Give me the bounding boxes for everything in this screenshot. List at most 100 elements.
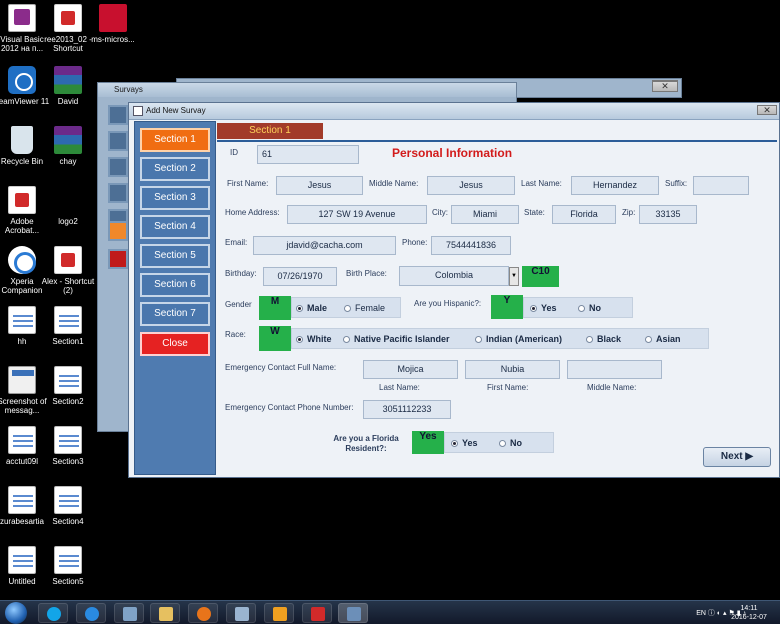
emergency-middle-name-field[interactable] bbox=[567, 360, 662, 379]
zip-field[interactable]: 33135 bbox=[639, 205, 697, 224]
first-name-field[interactable]: Jesus bbox=[276, 176, 363, 195]
desktop-icon-ms-micros[interactable]: ms-micros... bbox=[84, 4, 142, 44]
emergency-last-name-field[interactable]: Mojica bbox=[363, 360, 458, 379]
radio-icon[interactable] bbox=[578, 305, 585, 312]
race-black-option[interactable]: Black bbox=[586, 334, 621, 344]
arrow-right-icon: ▶ bbox=[745, 451, 754, 462]
radio-selected-icon[interactable] bbox=[451, 440, 458, 447]
desktop-icon-section4[interactable]: Section4 bbox=[39, 486, 97, 526]
email-field[interactable]: jdavid@cacha.com bbox=[253, 236, 396, 255]
email-label: Email: bbox=[225, 238, 248, 247]
add-new-survay-window[interactable]: Add New Survay ✕ Section 1 Section 2 Sec… bbox=[128, 102, 780, 478]
acrobat-icon bbox=[8, 186, 36, 214]
id-field[interactable]: 61 bbox=[257, 145, 359, 164]
survays-nav-button[interactable] bbox=[108, 157, 128, 177]
radio-icon[interactable] bbox=[343, 336, 350, 343]
gender-code: M bbox=[259, 296, 291, 320]
taskbar-internet-explorer[interactable] bbox=[76, 603, 106, 623]
state-field[interactable]: Florida bbox=[552, 205, 616, 224]
hispanic-label: Are you Hispanic?: bbox=[414, 299, 482, 308]
taskbar-computer[interactable] bbox=[114, 603, 144, 623]
tab-section-1[interactable]: Section 1 bbox=[217, 123, 323, 139]
section-7-button[interactable]: Section 7 bbox=[140, 302, 210, 326]
next-button[interactable]: Next ▶ bbox=[703, 447, 771, 467]
section-5-button[interactable]: Section 5 bbox=[140, 244, 210, 268]
radio-selected-icon[interactable] bbox=[296, 305, 303, 312]
desktop-icon-chay[interactable]: chay bbox=[39, 126, 97, 166]
taskbar-skype[interactable] bbox=[38, 603, 68, 623]
taskbar-explorer[interactable] bbox=[150, 603, 180, 623]
survays-nav-button-active[interactable] bbox=[108, 221, 128, 241]
gender-male-option[interactable]: Male bbox=[296, 303, 327, 313]
home-address-field[interactable]: 127 SW 19 Avenue bbox=[287, 205, 427, 224]
section-1-button[interactable]: Section 1 bbox=[140, 128, 210, 152]
section-6-button[interactable]: Section 6 bbox=[140, 273, 210, 297]
archive-icon bbox=[54, 126, 82, 154]
desktop-icon-logo2[interactable]: logo2 bbox=[39, 186, 97, 226]
gender-female-option[interactable]: Female bbox=[344, 303, 385, 313]
document-icon bbox=[54, 546, 82, 574]
birth-place-select[interactable]: Colombia bbox=[399, 266, 509, 286]
teamviewer-icon bbox=[8, 66, 36, 94]
section-3-button[interactable]: Section 3 bbox=[140, 186, 210, 210]
suffix-field[interactable] bbox=[693, 176, 749, 195]
desktop-icon-david[interactable]: David bbox=[39, 66, 97, 106]
desktop-icon-section3[interactable]: Section3 bbox=[39, 426, 97, 466]
document-icon bbox=[54, 486, 82, 514]
desktop-icon-section2[interactable]: Section2 bbox=[39, 366, 97, 406]
zip-label: Zip: bbox=[622, 208, 636, 217]
document-icon bbox=[54, 426, 82, 454]
tab-divider bbox=[217, 140, 777, 142]
hispanic-code: Y bbox=[491, 295, 523, 319]
start-button[interactable] bbox=[5, 602, 27, 624]
close-icon[interactable]: ✕ bbox=[652, 81, 678, 92]
race-native-pacific-option[interactable]: Native Pacific Islander bbox=[343, 334, 450, 344]
race-white-option[interactable]: White bbox=[296, 334, 332, 344]
last-name-field[interactable]: Hernandez bbox=[571, 176, 659, 195]
florida-yes-option[interactable]: Yes bbox=[451, 438, 478, 448]
close-button[interactable]: Close bbox=[140, 332, 210, 356]
desktop-icon-section1[interactable]: Section1 bbox=[39, 306, 97, 346]
radio-icon[interactable] bbox=[475, 336, 482, 343]
survays-nav-button[interactable] bbox=[108, 131, 128, 151]
phone-field[interactable]: 7544441836 bbox=[431, 236, 511, 255]
close-icon[interactable]: ✕ bbox=[757, 105, 777, 115]
middle-name-field[interactable]: Jesus bbox=[427, 176, 515, 195]
city-field[interactable]: Miami bbox=[451, 205, 519, 224]
radio-icon[interactable] bbox=[586, 336, 593, 343]
clock[interactable]: 14:11 2016-12-07 bbox=[722, 604, 776, 622]
survays-nav-button[interactable] bbox=[108, 183, 128, 203]
race-label: Race: bbox=[225, 330, 246, 339]
hispanic-no-option[interactable]: No bbox=[578, 303, 601, 313]
taskbar-survey-app[interactable] bbox=[338, 603, 368, 623]
radio-icon[interactable] bbox=[344, 305, 351, 312]
taskbar-acrobat[interactable] bbox=[302, 603, 332, 623]
desktop-icon-section5[interactable]: Section5 bbox=[39, 546, 97, 586]
hispanic-yes-option[interactable]: Yes bbox=[530, 303, 557, 313]
taskbar-calculator[interactable] bbox=[226, 603, 256, 623]
emergency-phone-field[interactable]: 3051112233 bbox=[363, 400, 451, 419]
chevron-down-icon[interactable]: ▼ bbox=[509, 267, 519, 286]
section-2-button[interactable]: Section 2 bbox=[140, 157, 210, 181]
taskbar-firefox[interactable] bbox=[188, 603, 218, 623]
radio-selected-icon[interactable] bbox=[530, 305, 537, 312]
document-icon bbox=[54, 306, 82, 334]
race-asian-option[interactable]: Asian bbox=[645, 334, 681, 344]
language-indicator[interactable]: EN bbox=[696, 610, 706, 617]
window-title-bar[interactable]: Add New Survay ✕ bbox=[129, 103, 779, 120]
section-4-button[interactable]: Section 4 bbox=[140, 215, 210, 239]
radio-selected-icon[interactable] bbox=[296, 336, 303, 343]
emergency-first-name-label: First Name: bbox=[487, 383, 529, 392]
radio-icon[interactable] bbox=[645, 336, 652, 343]
emergency-first-name-field[interactable]: Nubia bbox=[465, 360, 560, 379]
survays-close-button[interactable] bbox=[108, 249, 128, 269]
radio-icon[interactable] bbox=[499, 440, 506, 447]
race-indian-option[interactable]: Indian (American) bbox=[475, 334, 562, 344]
florida-no-option[interactable]: No bbox=[499, 438, 522, 448]
taskbar-media-player[interactable] bbox=[264, 603, 294, 623]
birthday-field[interactable]: 07/26/1970 bbox=[263, 267, 337, 286]
document-icon bbox=[54, 366, 82, 394]
desktop-icon-alex[interactable]: Alex - Shortcut (2) bbox=[39, 246, 97, 295]
survays-nav-button[interactable] bbox=[108, 105, 128, 125]
middle-name-label: Middle Name: bbox=[369, 179, 419, 188]
